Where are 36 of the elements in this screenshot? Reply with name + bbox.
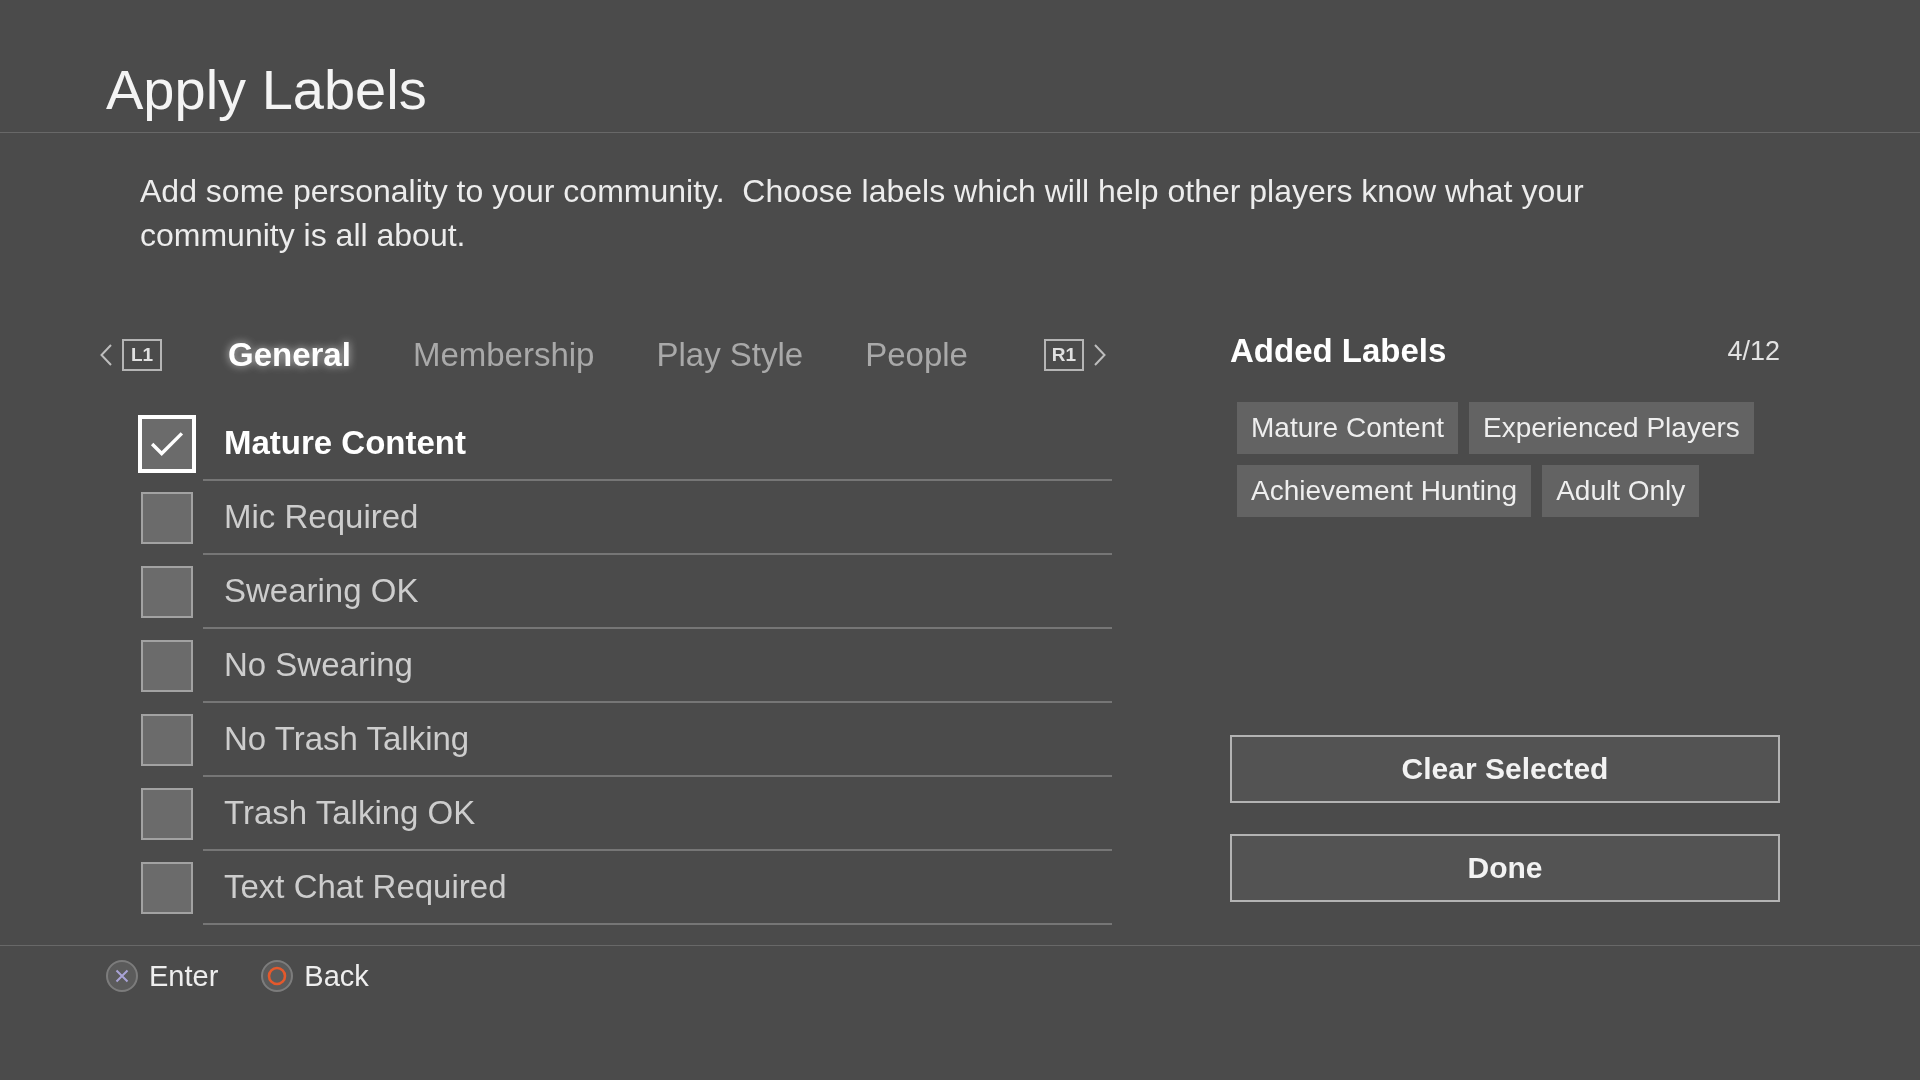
- key-hint: R1: [1044, 339, 1084, 371]
- section-title: Added Labels: [1230, 332, 1447, 370]
- tab[interactable]: People: [865, 333, 968, 377]
- hint-label: Enter: [149, 959, 219, 993]
- label-chip: Experienced Players: [1469, 402, 1754, 454]
- label-count: 4/12: [1727, 335, 1780, 367]
- key-hint: L1: [122, 339, 162, 371]
- ring-icon: [261, 960, 294, 992]
- checkbox[interactable]: [141, 862, 193, 914]
- hint-label: Back: [304, 959, 369, 993]
- checkbox[interactable]: [141, 640, 193, 692]
- option-label[interactable]: Mic Required: [203, 481, 1112, 555]
- option-label[interactable]: Trash Talking OK: [203, 777, 1112, 851]
- label-chip: Mature Content: [1237, 402, 1458, 454]
- option-label[interactable]: Text Chat Required: [203, 851, 1112, 925]
- checkbox[interactable]: [141, 566, 193, 618]
- option-label[interactable]: Mature Content: [203, 407, 1112, 481]
- cross-icon: [106, 960, 138, 992]
- action-button[interactable]: Done: [1230, 834, 1780, 902]
- page-title: Apply Labels: [106, 58, 427, 122]
- tab[interactable]: Play Style: [656, 333, 804, 377]
- description-text: Add some personality to your community. Choose labels which will help other players know what your community is all about.: [140, 172, 1585, 255]
- label-chip: Adult Only: [1542, 465, 1700, 517]
- option-label[interactable]: No Swearing: [203, 629, 1112, 703]
- checkbox[interactable]: [141, 714, 193, 766]
- chevron-right-icon: [1094, 344, 1106, 366]
- checkmark-icon: [150, 431, 184, 457]
- checkbox[interactable]: [141, 788, 193, 840]
- chevron-left-icon: [100, 344, 112, 366]
- action-button[interactable]: Clear Selected: [1230, 735, 1780, 803]
- tab[interactable]: Membership: [412, 333, 595, 377]
- checkbox[interactable]: [141, 492, 193, 544]
- option-label[interactable]: Swearing OK: [203, 555, 1112, 629]
- tab[interactable]: General: [228, 333, 351, 377]
- label-chip: Achievement Hunting: [1237, 465, 1532, 517]
- option-label[interactable]: No Trash Talking: [203, 703, 1112, 777]
